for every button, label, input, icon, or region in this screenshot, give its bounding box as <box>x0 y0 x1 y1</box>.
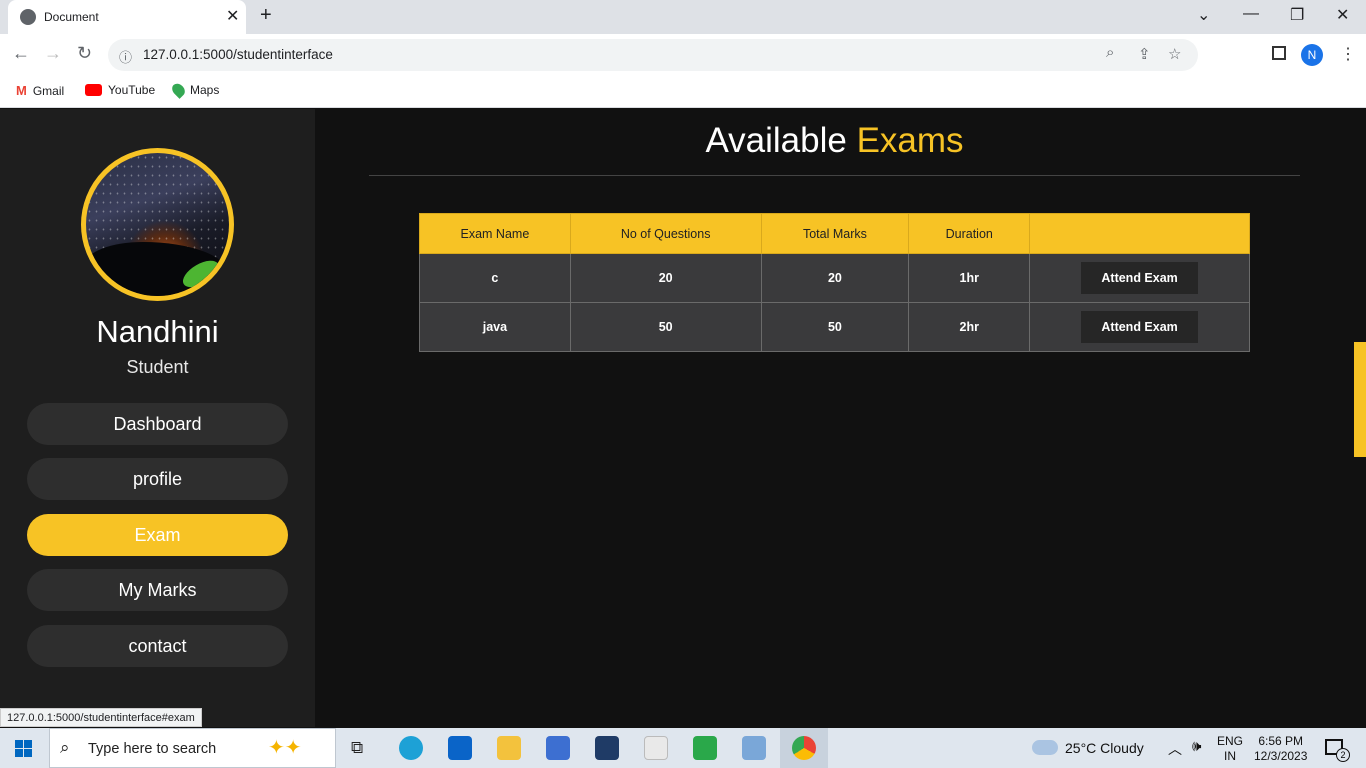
cell-action: Attend Exam <box>1029 302 1250 352</box>
language-indicator[interactable]: ENG IN <box>1217 734 1243 764</box>
clock[interactable]: 6:56 PM 12/3/2023 <box>1254 734 1307 764</box>
search-icon: ⌕ <box>60 738 70 757</box>
volume-icon[interactable]: 🕪 <box>1192 738 1201 755</box>
file-explorer-icon[interactable] <box>497 736 521 760</box>
chrome-taskbar-active[interactable] <box>780 728 828 768</box>
zoom-icon[interactable]: ⌕ <box>1106 44 1114 61</box>
browser-toolbar: ← → ↻ ⓘ 127.0.0.1:5000/studentinterface … <box>0 34 1366 76</box>
header-questions: No of Questions <box>569 213 762 254</box>
header-action <box>1029 213 1250 254</box>
minimize-icon[interactable]: — <box>1243 5 1259 23</box>
cell-marks: 50 <box>760 302 910 352</box>
nav-profile[interactable]: profile <box>27 458 288 500</box>
menu-icon[interactable]: ⋮ <box>1340 44 1356 64</box>
table-row: java 50 50 2hr Attend Exam <box>419 302 1250 352</box>
divider <box>369 175 1300 176</box>
bookmark-maps[interactable]: Maps <box>169 81 220 99</box>
page-content: Nandhini Student Dashboard profile Exam … <box>0 109 1366 727</box>
cell-marks: 20 <box>760 253 910 303</box>
edge-icon[interactable] <box>399 736 423 760</box>
cell-exam-name: c <box>419 253 571 303</box>
status-bar-url: 127.0.0.1:5000/studentinterface#exam <box>0 708 202 727</box>
time-text: 6:56 PM <box>1258 734 1304 748</box>
exams-table: Exam Name No of Questions Total Marks Du… <box>419 213 1250 352</box>
tab-title: Document <box>44 10 99 24</box>
nav-my-marks[interactable]: My Marks <box>27 569 288 611</box>
url-text: 127.0.0.1:5000/studentinterface <box>143 47 333 62</box>
new-tab-icon[interactable]: + <box>260 4 272 27</box>
profile-avatar-image <box>81 148 234 301</box>
scrollbar-thumb[interactable] <box>1354 342 1366 457</box>
header-duration: Duration <box>908 213 1031 254</box>
chevron-down-icon[interactable]: ⌄ <box>1197 5 1210 25</box>
nav-dashboard[interactable]: Dashboard <box>27 403 288 445</box>
search-placeholder: Type here to search <box>88 741 217 757</box>
date-text: 12/3/2023 <box>1254 749 1308 763</box>
window-close-icon[interactable]: ✕ <box>1336 5 1349 25</box>
bookmarks-bar: M Gmail YouTube Maps <box>0 76 1366 108</box>
python-file-icon[interactable] <box>644 736 668 760</box>
browser-tab-bar: Document ✕ + ⌄ — ❐ ✕ <box>0 0 1366 34</box>
page-title: Available Exams <box>369 121 1300 161</box>
gmail-icon: M <box>16 83 27 98</box>
globe-icon <box>20 9 36 25</box>
bookmark-gmail[interactable]: M Gmail <box>16 83 64 98</box>
notification-count: 2 <box>1336 748 1350 762</box>
bookmark-youtube[interactable]: YouTube <box>85 83 155 97</box>
close-icon[interactable]: ✕ <box>226 6 239 26</box>
nav-exam[interactable]: Exam <box>27 514 288 556</box>
cell-action: Attend Exam <box>1029 253 1250 303</box>
cell-exam-name: java <box>419 302 571 352</box>
sparkle-icon: ✦✦ <box>268 737 302 759</box>
back-icon[interactable]: ← <box>12 43 30 64</box>
header-exam-name: Exam Name <box>419 213 571 254</box>
maps-icon <box>169 81 188 99</box>
address-bar[interactable]: ⓘ 127.0.0.1:5000/studentinterface ☆ ⇪ ⌕ <box>108 39 1198 71</box>
attend-exam-button[interactable]: Attend Exam <box>1081 262 1199 294</box>
cloud-icon <box>1032 740 1058 755</box>
chrome-icon <box>792 736 816 760</box>
lang-text: ENG <box>1217 734 1244 748</box>
taskbar-search-box[interactable]: ⌕ Type here to search ✦✦ <box>49 728 336 768</box>
mail-icon[interactable] <box>448 736 472 760</box>
windows-start-icon[interactable] <box>15 740 32 757</box>
title-text: Available <box>705 121 847 160</box>
weather-text[interactable]: 25°C Cloudy <box>1065 740 1144 756</box>
header-total-marks: Total Marks <box>760 213 910 254</box>
user-name: Nandhini <box>96 314 219 349</box>
site-info-icon[interactable]: ⓘ <box>119 47 132 66</box>
attend-exam-button[interactable]: Attend Exam <box>1081 311 1199 343</box>
bookmark-star-icon[interactable]: ☆ <box>1168 45 1181 63</box>
bookmark-label: Gmail <box>32 83 65 98</box>
restore-icon[interactable]: ❐ <box>1290 5 1304 25</box>
cell-duration: 1hr <box>908 253 1031 303</box>
python-icon[interactable] <box>742 736 766 760</box>
mysql-workbench-icon[interactable] <box>595 736 619 760</box>
task-view-icon[interactable]: ⧉ <box>351 738 363 758</box>
reload-icon[interactable]: ↻ <box>77 43 92 64</box>
cell-duration: 2hr <box>908 302 1031 352</box>
forward-icon[interactable]: → <box>44 43 62 64</box>
nav-contact[interactable]: contact <box>27 625 288 667</box>
table-row: c 20 20 1hr Attend Exam <box>419 253 1250 303</box>
youtube-icon <box>85 84 102 96</box>
bookmark-label: YouTube <box>108 83 156 97</box>
app-installer-icon[interactable] <box>693 736 717 760</box>
title-accent: Exams <box>856 121 964 160</box>
bookmark-label: Maps <box>190 83 220 97</box>
profile-avatar[interactable]: N <box>1301 44 1323 66</box>
virtualbox-icon[interactable] <box>546 736 570 760</box>
share-icon[interactable]: ⇪ <box>1138 45 1151 63</box>
side-panel-icon[interactable] <box>1272 46 1286 60</box>
taskbar: ⌕ Type here to search ✦✦ ⧉ 25°C Cloudy ︿… <box>0 728 1366 768</box>
browser-tab[interactable]: Document ✕ <box>8 0 246 34</box>
cell-questions: 50 <box>569 302 762 352</box>
chevron-up-icon[interactable]: ︿ <box>1168 739 1182 759</box>
sidebar: Nandhini Student Dashboard profile Exam … <box>0 109 315 727</box>
cell-questions: 20 <box>569 253 762 303</box>
user-role: Student <box>126 357 189 377</box>
region-text: IN <box>1224 749 1236 763</box>
table-header-row: Exam Name No of Questions Total Marks Du… <box>419 213 1250 254</box>
